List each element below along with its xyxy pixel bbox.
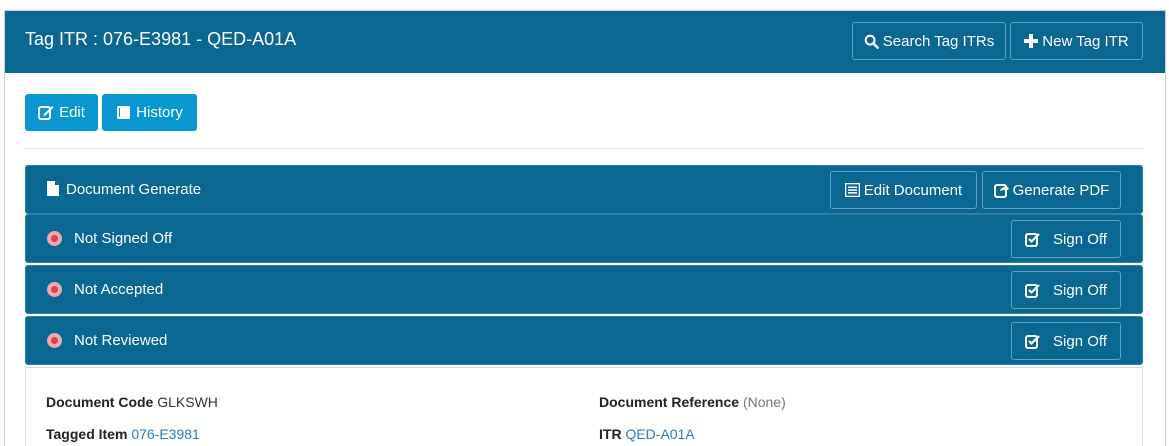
search-tag-itrs-label: Search Tag ITRs: [882, 32, 995, 50]
file-icon: [47, 181, 59, 196]
document-details: Document Code GLKSWH Document Reference …: [25, 367, 1143, 446]
document-code-value: GLKSWH: [157, 394, 218, 410]
not-signed-off-panel: Not Signed Off Sign Off: [25, 214, 1143, 263]
status-label: Not Reviewed: [74, 332, 168, 349]
document-code-label: Document Code: [46, 394, 154, 410]
search-icon: [864, 34, 879, 49]
document-code-row: Document Code GLKSWH: [46, 394, 218, 410]
share-icon: [993, 183, 1009, 198]
generate-pdf-label: Generate PDF: [1012, 181, 1110, 199]
status-label: Not Accepted: [74, 281, 164, 298]
generate-pdf-button[interactable]: Generate PDF: [982, 171, 1121, 209]
sign-off-button[interactable]: Sign Off: [1011, 322, 1121, 360]
book-icon: [116, 105, 131, 120]
document-reference-label: Document Reference: [599, 394, 740, 410]
new-tag-itr-label: New Tag ITR: [1042, 32, 1129, 50]
sign-off-button[interactable]: Sign Off: [1011, 271, 1121, 309]
section-divider: [25, 148, 1143, 149]
list-icon: [844, 183, 860, 197]
error-icon: [47, 282, 62, 297]
error-icon: [47, 231, 62, 246]
sign-off-label: Sign Off: [1053, 281, 1107, 299]
document-generate-panel: Document Generate Edit Document Generate…: [25, 165, 1143, 214]
tagged-item-label: Tagged Item: [46, 426, 128, 442]
itr-row: ITR QED-A01A: [599, 426, 695, 442]
plus-icon: [1024, 34, 1039, 48]
status-label: Not Signed Off: [74, 230, 173, 247]
document-reference-row: Document Reference (None): [599, 394, 786, 410]
search-tag-itrs-button[interactable]: Search Tag ITRs: [852, 22, 1006, 60]
check-square-icon: [1025, 334, 1041, 349]
error-icon: [47, 333, 62, 348]
history-label: History: [136, 104, 183, 121]
itr-label: ITR: [599, 426, 622, 442]
itr-link[interactable]: QED-A01A: [625, 426, 694, 442]
page-title: Tag ITR : 076-E3981 - QED-A01A: [25, 29, 297, 49]
sign-off-button[interactable]: Sign Off: [1011, 220, 1121, 258]
not-reviewed-panel: Not Reviewed Sign Off: [25, 316, 1143, 365]
document-reference-value: (None): [742, 394, 786, 410]
not-accepted-panel: Not Accepted Sign Off: [25, 265, 1143, 314]
edit-label: Edit: [59, 104, 85, 121]
check-square-icon: [1025, 232, 1041, 247]
edit-document-button[interactable]: Edit Document: [830, 171, 977, 209]
page-header: Tag ITR : 076-E3981 - QED-A01A Search Ta…: [5, 11, 1165, 73]
sign-off-label: Sign Off: [1053, 332, 1107, 350]
tag-itr-card: Tag ITR : 076-E3981 - QED-A01A Search Ta…: [4, 10, 1166, 446]
edit-icon: [38, 105, 54, 120]
tagged-item-link[interactable]: 076-E3981: [131, 426, 200, 442]
sign-off-label: Sign Off: [1053, 230, 1107, 248]
edit-document-label: Edit Document: [863, 181, 963, 199]
check-square-icon: [1025, 283, 1041, 298]
history-button[interactable]: History: [102, 94, 197, 131]
document-generate-title: Document Generate: [66, 181, 202, 198]
tagged-item-row: Tagged Item 076-E3981: [46, 426, 200, 442]
new-tag-itr-button[interactable]: New Tag ITR: [1010, 22, 1143, 60]
edit-button[interactable]: Edit: [25, 94, 98, 131]
